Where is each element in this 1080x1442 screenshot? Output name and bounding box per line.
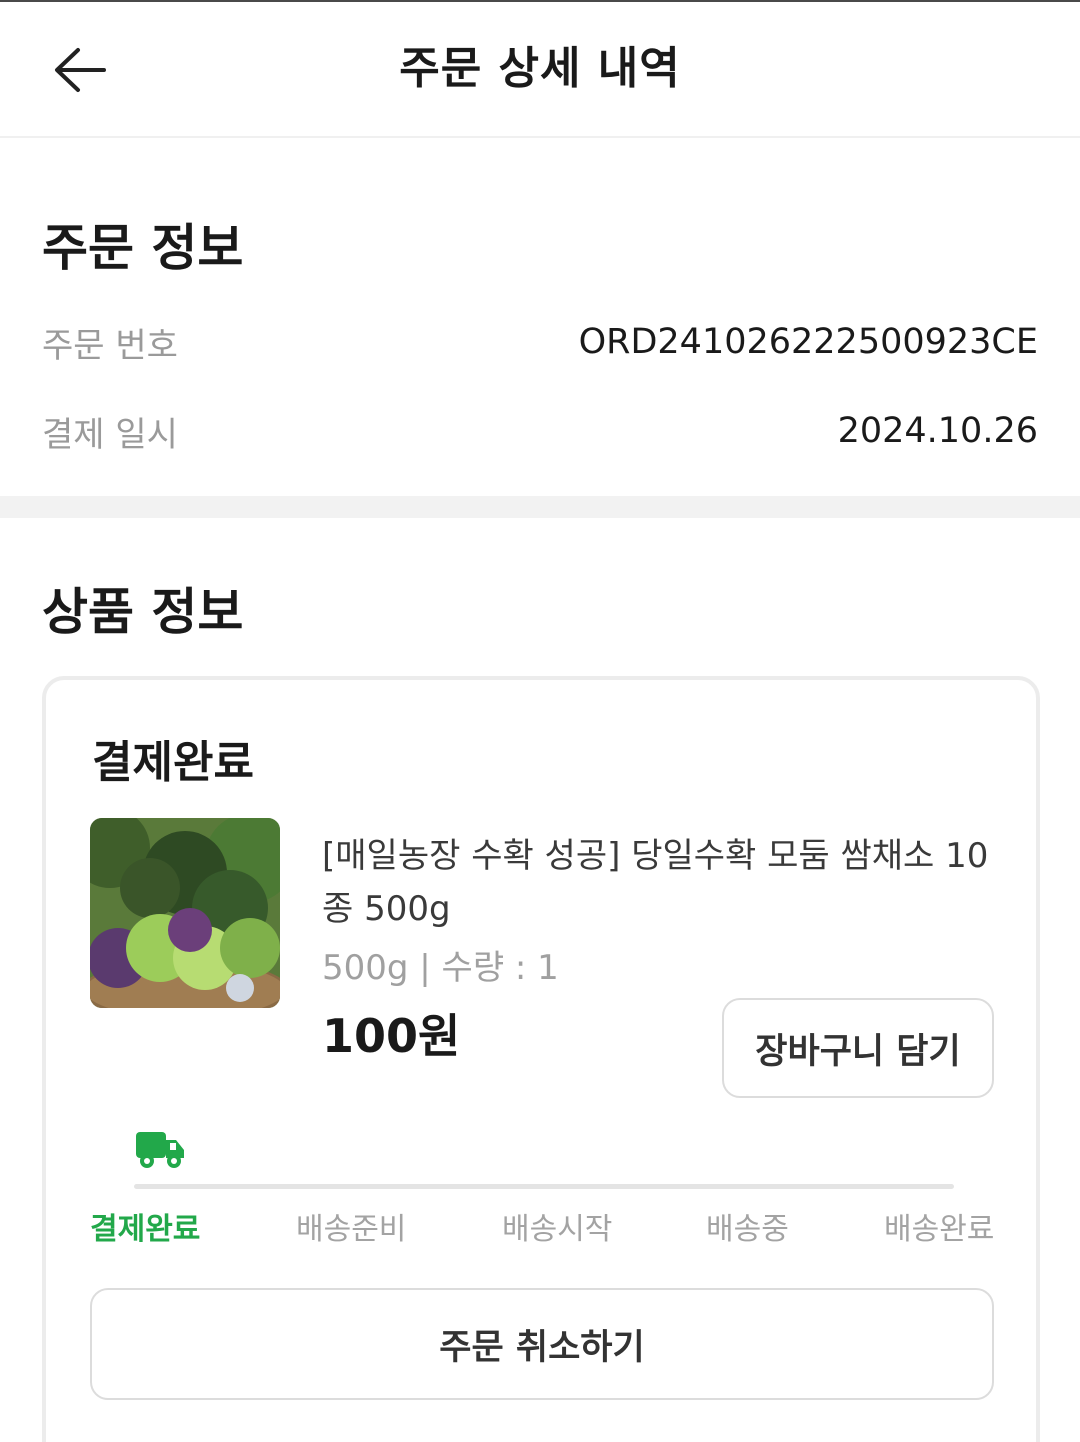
product-price: 100원 [322, 1009, 461, 1063]
product-name[interactable]: [매일농장 수확 성공] 당일수확 모둠 쌈채소 10종 500g [322, 830, 1002, 936]
order-number-label: 주문 번호 [42, 325, 178, 366]
add-to-cart-button[interactable]: 장바구니 담기 [722, 998, 994, 1098]
step-preparing: 배송준비 [296, 1212, 407, 1247]
delivery-progress-track [134, 1184, 954, 1189]
product-image[interactable] [90, 818, 280, 1008]
order-status: 결제완료 [92, 737, 254, 788]
payment-date-value: 2024.10.26 [837, 411, 1038, 451]
order-info-section: 주문 정보 주문 번호 ORD241026222500923CE 결제 일시 2… [0, 140, 1080, 496]
section-divider [0, 496, 1080, 518]
payment-date-label: 결제 일시 [42, 414, 178, 455]
order-number-row: 주문 번호 ORD241026222500923CE [42, 312, 1038, 372]
order-info-title: 주문 정보 [42, 219, 244, 277]
order-number-value: ORD241026222500923CE [578, 322, 1038, 362]
step-in-transit: 배송중 [706, 1212, 789, 1247]
payment-date-row: 결제 일시 2024.10.26 [42, 401, 1038, 461]
arrow-left-icon [55, 48, 106, 92]
header: 주문 상세 내역 [0, 2, 1080, 138]
step-payment-complete: 결제완료 [90, 1212, 201, 1247]
product-info-title: 상품 정보 [42, 583, 244, 641]
page-title: 주문 상세 내역 [399, 43, 681, 94]
cancel-order-button[interactable]: 주문 취소하기 [90, 1288, 994, 1400]
step-delivered: 배송완료 [884, 1212, 995, 1247]
truck-icon [136, 1132, 184, 1168]
order-item-card: 결제완료 [매일농장 수확 성공] 당일수확 모둠 쌈채소 10종 500g 5… [42, 676, 1040, 1442]
product-option: 500g | 수량 : 1 [322, 948, 559, 988]
back-button[interactable] [40, 30, 120, 110]
step-shipping-started: 배송시작 [502, 1212, 613, 1247]
